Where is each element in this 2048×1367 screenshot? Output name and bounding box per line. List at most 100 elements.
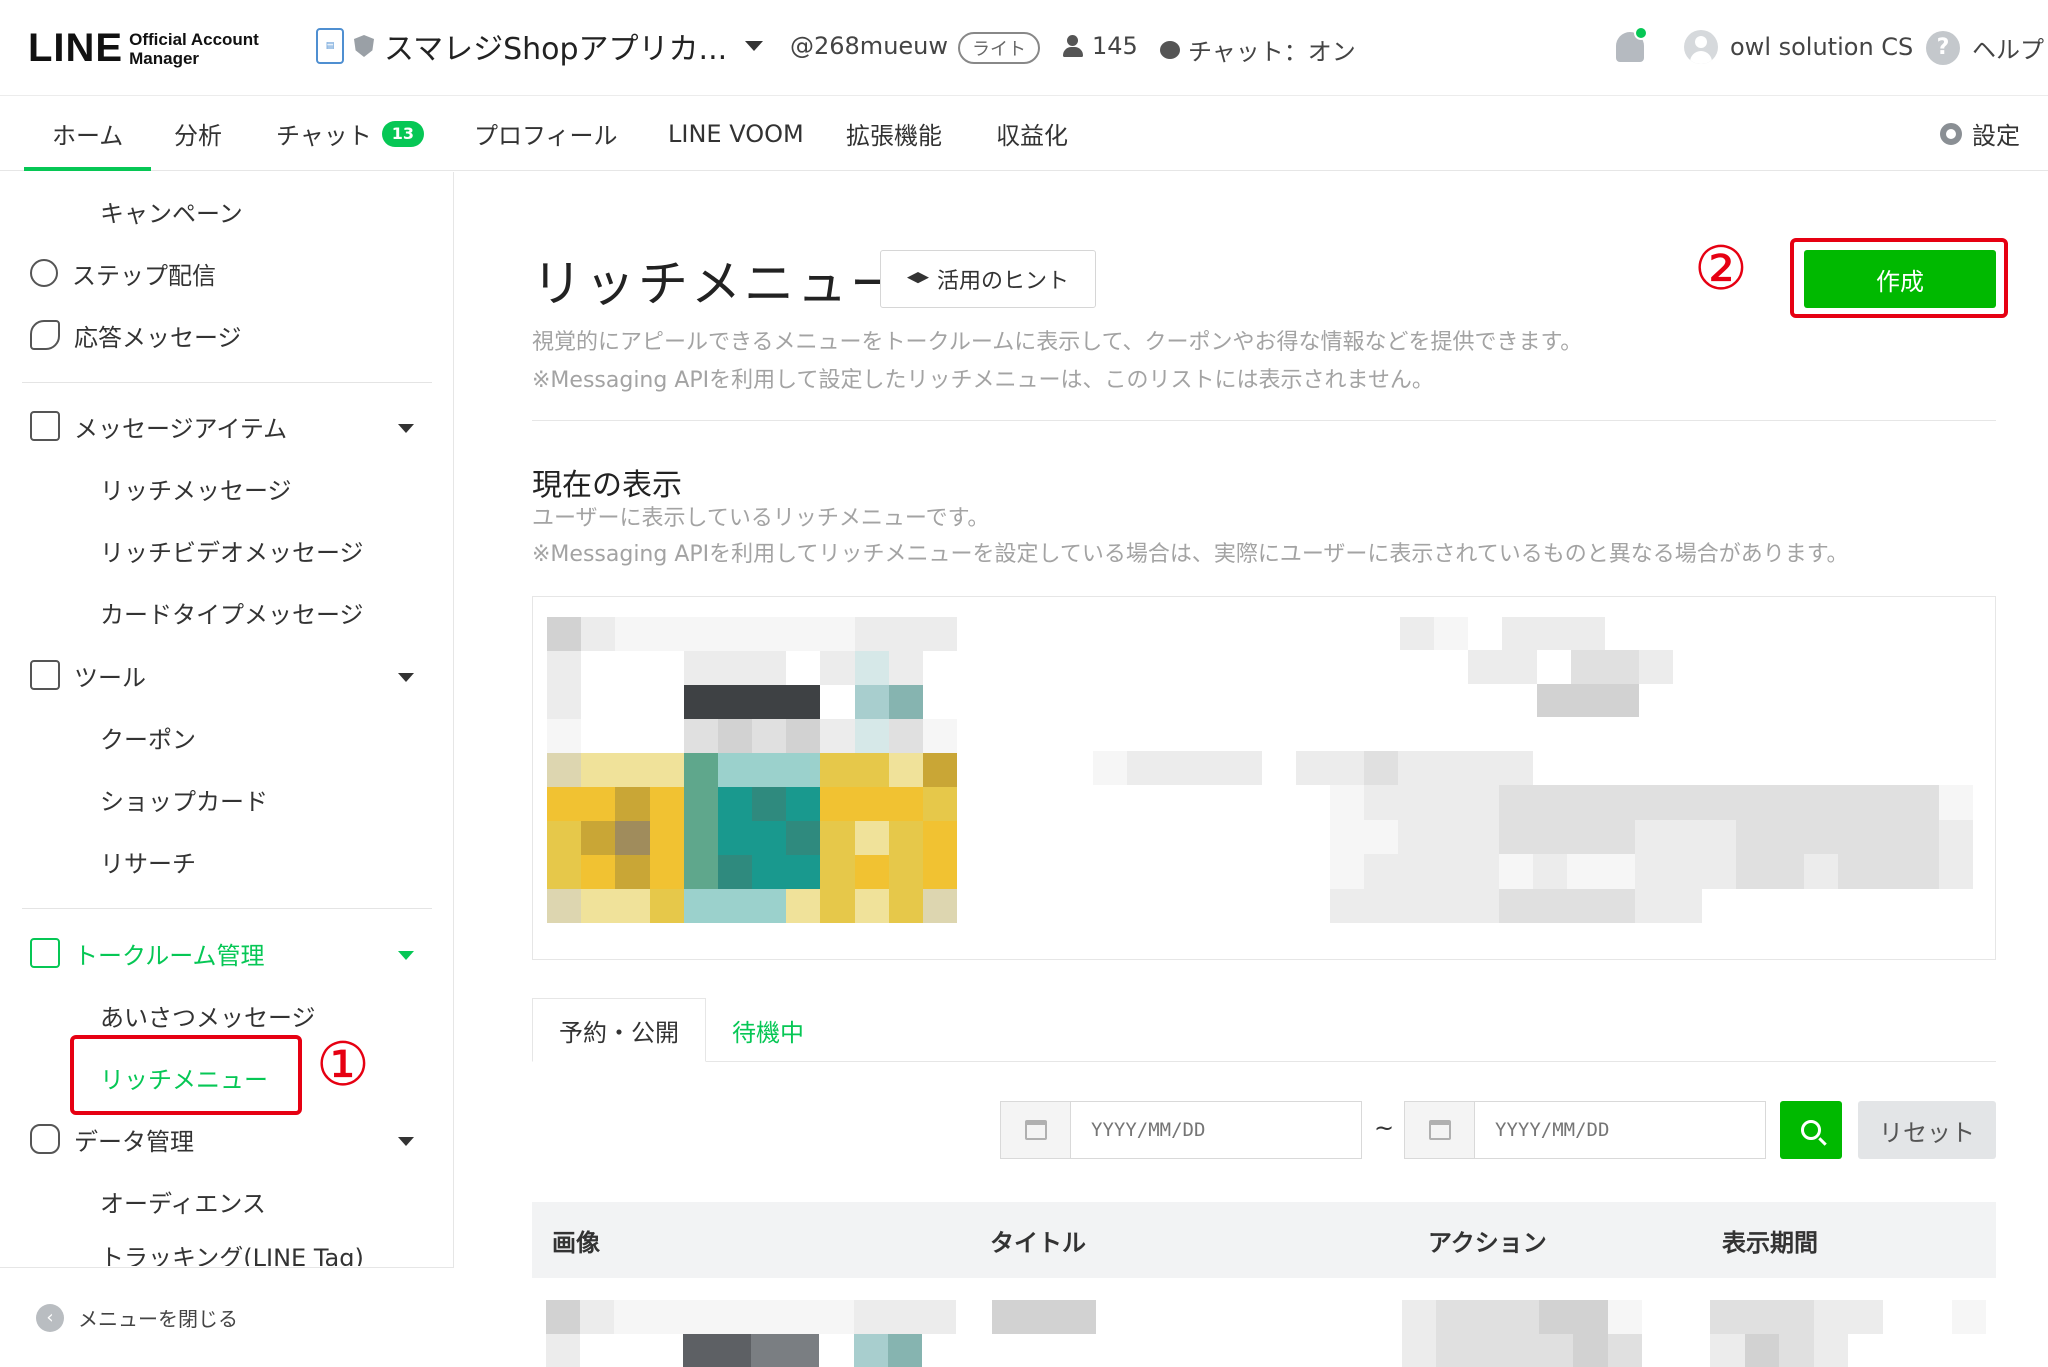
- annotation-box-1: [70, 1035, 302, 1115]
- user-menu[interactable]: owl solution CS: [1684, 30, 1913, 64]
- sidebar-divider: [22, 382, 432, 383]
- calendar-icon[interactable]: [1405, 1102, 1475, 1158]
- chevron-down-icon[interactable]: [398, 1137, 414, 1146]
- account-switcher[interactable]: ▤ スマレジShopアプリカ...: [316, 24, 764, 68]
- sidebar-item-card-type[interactable]: カードタイプメッセージ: [100, 587, 364, 637]
- gear-icon: [1940, 122, 1962, 145]
- main-nav: ホーム 分析 チャット 13 プロフィール LINE VOOM 拡張機能 収益化…: [0, 96, 2048, 171]
- sidebar-item-data-management[interactable]: データ管理: [30, 1114, 194, 1164]
- tab-home[interactable]: ホーム: [23, 96, 152, 171]
- sidebar-item-audience[interactable]: オーディエンス: [100, 1176, 266, 1226]
- settings-link[interactable]: 設定: [1940, 96, 2020, 171]
- account-name: スマレジShopアプリカ...: [384, 32, 728, 67]
- blurred-menu-details: [1093, 751, 1973, 923]
- sidebar-item-label: トークルーム管理: [74, 941, 265, 970]
- friend-count-value: 145: [1092, 32, 1138, 60]
- tab-extensions-label: 拡張機能: [846, 122, 942, 150]
- tab-line-voom[interactable]: LINE VOOM: [668, 96, 804, 171]
- date-to-field[interactable]: [1404, 1101, 1766, 1159]
- avatar: [1684, 30, 1718, 64]
- notification-dot: [1634, 26, 1648, 40]
- chevron-down-icon[interactable]: [398, 424, 414, 433]
- sidebar-item-auto-reply[interactable]: 応答メッセージ: [30, 310, 242, 360]
- date-to-input[interactable]: [1475, 1102, 1765, 1158]
- sidebar-item-talkroom[interactable]: トークルーム管理: [30, 928, 265, 978]
- chevron-down-icon[interactable]: [398, 951, 414, 960]
- talkroom-icon: [30, 938, 60, 968]
- tab-extensions[interactable]: 拡張機能: [846, 96, 942, 171]
- sidebar-item-label: リッチメッセージ: [100, 476, 292, 505]
- sidebar-item-message-items[interactable]: メッセージアイテム: [30, 401, 287, 451]
- graduation-cap-icon: [906, 272, 929, 284]
- sidebar-item-label: あいさつメッセージ: [100, 1003, 316, 1032]
- table-row[interactable]: [532, 1298, 1996, 1367]
- account-id: @268mueuw: [790, 32, 949, 60]
- chevron-down-icon[interactable]: [398, 673, 414, 682]
- sidebar-item-coupon[interactable]: クーポン: [100, 712, 196, 762]
- chat-status[interactable]: チャット：オン: [1160, 32, 1356, 67]
- chevron-left-icon: ‹: [36, 1303, 64, 1332]
- sidebar-item-label: オーディエンス: [100, 1189, 266, 1218]
- rich-menu-thumbnail[interactable]: [547, 617, 957, 923]
- sidebar-item-shop-card[interactable]: ショップカード: [100, 774, 268, 824]
- current-display-note: ※Messaging APIを利用してリッチメニューを設定している場合は、実際に…: [532, 542, 1849, 567]
- sidebar-item-rich-message[interactable]: リッチメッセージ: [100, 463, 292, 513]
- tab-profile-label: プロフィール: [474, 122, 618, 150]
- chat-unread-badge: 13: [381, 120, 425, 147]
- help-link[interactable]: ? ヘルプ: [1926, 30, 2044, 65]
- row-title-blurred: [992, 1300, 1096, 1334]
- column-display-period: 表示期間: [1722, 1228, 1818, 1257]
- row-action-blurred: [1402, 1300, 1642, 1367]
- sidebar-item-label: ステップ配信: [72, 261, 216, 290]
- sidebar-item-campaign[interactable]: キャンペーン: [100, 186, 243, 236]
- tab-scheduled-published[interactable]: 予約・公開: [532, 998, 706, 1062]
- create-button[interactable]: 作成: [1804, 250, 1996, 308]
- section-divider: [532, 420, 1996, 421]
- sidebar-item-step[interactable]: ステップ配信: [30, 248, 216, 298]
- calendar-icon[interactable]: [1001, 1102, 1071, 1158]
- sidebar-item-label: リッチビデオメッセージ: [100, 538, 364, 567]
- toolbox-icon: [30, 660, 60, 690]
- sidebar-item-rich-video[interactable]: リッチビデオメッセージ: [100, 525, 364, 575]
- tab-chat[interactable]: チャット 13: [276, 96, 425, 171]
- date-from-field[interactable]: [1000, 1101, 1362, 1159]
- date-from-input[interactable]: [1071, 1102, 1361, 1158]
- usage-hints-button[interactable]: 活用のヒント: [880, 250, 1096, 308]
- sidebar-item-label: トラッキング(LINE Tag): [100, 1244, 364, 1266]
- annotation-number-2: ②: [1694, 234, 1748, 304]
- tab-profile[interactable]: プロフィール: [474, 96, 618, 171]
- question-icon: ?: [1926, 30, 1960, 65]
- tab-waiting[interactable]: 待機中: [732, 998, 804, 1062]
- sidebar-item-tools[interactable]: ツール: [30, 650, 146, 700]
- tab-monetization[interactable]: 収益化: [996, 96, 1068, 171]
- current-display-title: 現在の表示: [532, 468, 682, 503]
- tab-chat-label: チャット: [276, 122, 372, 150]
- sidebar-item-greeting[interactable]: あいさつメッセージ: [100, 990, 316, 1040]
- tab-line-voom-label: LINE VOOM: [668, 119, 804, 148]
- search-button[interactable]: [1780, 1101, 1842, 1159]
- sidebar-item-label: ショップカード: [100, 787, 268, 816]
- sidebar-item-tracking[interactable]: トラッキング(LINE Tag): [100, 1238, 364, 1266]
- sidebar-item-label: クーポン: [100, 725, 196, 754]
- chat-status-text: チャット：オン: [1188, 38, 1356, 66]
- tab-analytics[interactable]: 分析: [174, 96, 222, 171]
- reset-button[interactable]: リセット: [1858, 1101, 1996, 1159]
- sidebar-item-research[interactable]: リサーチ: [100, 836, 196, 886]
- friend-count: 145: [1062, 32, 1138, 60]
- tab-monetization-label: 収益化: [996, 122, 1068, 150]
- close-menu-button[interactable]: ‹ メニューを閉じる: [0, 1267, 454, 1367]
- page-description: 視覚的にアピールできるメニューをトークルームに表示して、クーポンやお得な情報など…: [532, 330, 1583, 355]
- sidebar-item-label: ツール: [74, 663, 146, 692]
- close-menu-label: メニューを閉じる: [78, 1307, 238, 1331]
- column-image: 画像: [552, 1228, 600, 1257]
- notifications-button[interactable]: [1612, 26, 1652, 70]
- database-icon: [30, 1124, 60, 1154]
- sidebar-divider: [22, 908, 432, 909]
- column-action: アクション: [1428, 1228, 1547, 1257]
- line-oa-manager-logo[interactable]: LINE Official Account Manager: [28, 26, 259, 71]
- top-header: LINE Official Account Manager ▤ スマレジShop…: [0, 0, 2048, 96]
- blurred-menu-info: [1093, 617, 1673, 717]
- add-message-icon: [30, 411, 60, 441]
- help-label: ヘルプ: [1972, 36, 2044, 64]
- tab-home-label: ホーム: [52, 122, 124, 150]
